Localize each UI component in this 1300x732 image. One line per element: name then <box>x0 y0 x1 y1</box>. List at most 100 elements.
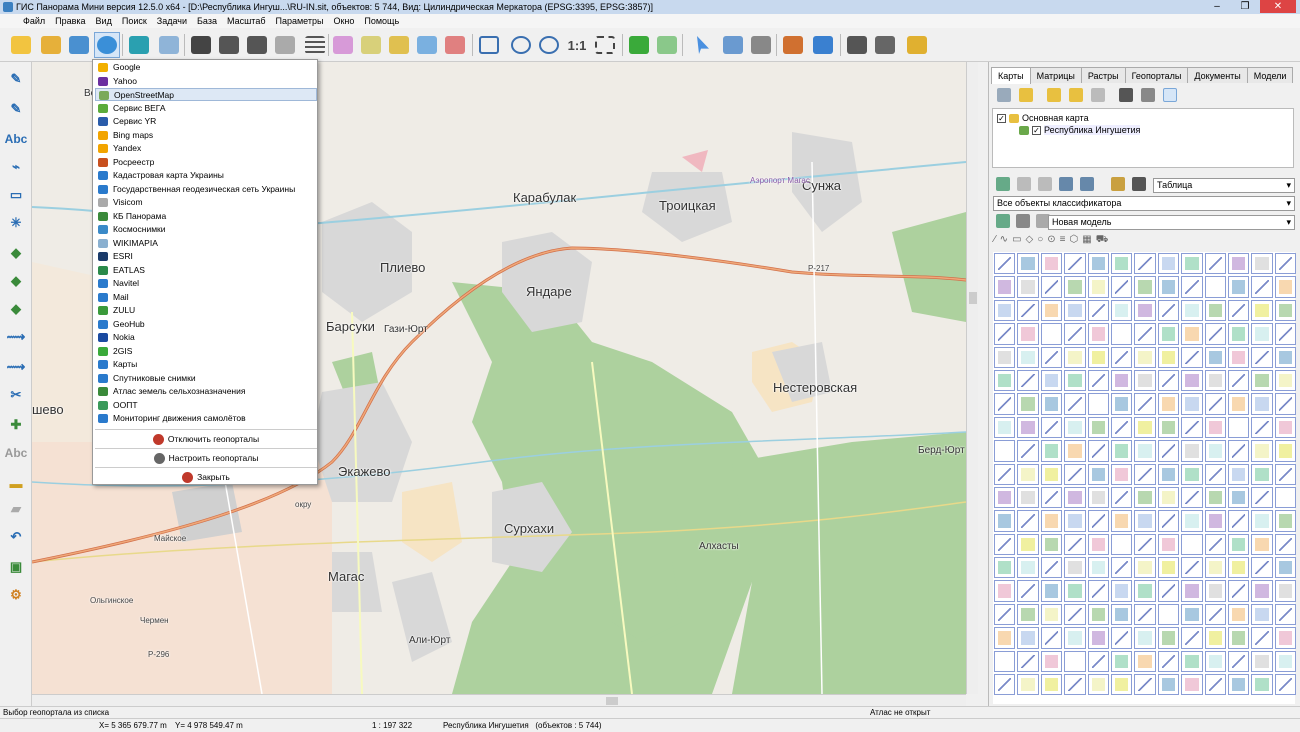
menu-database[interactable]: База <box>192 14 222 28</box>
map-info-icon[interactable] <box>156 32 182 58</box>
classifier-symbol[interactable] <box>1134 510 1156 532</box>
refresh-icon[interactable] <box>997 88 1011 102</box>
geoportal-item[interactable]: Мониторинг движения самолётов <box>95 412 317 425</box>
text-label-icon[interactable] <box>748 32 774 58</box>
binoculars-text-icon[interactable] <box>216 32 242 58</box>
classifier-symbol[interactable] <box>1017 369 1039 392</box>
classifier-symbol[interactable] <box>1204 299 1226 322</box>
classifier-symbol[interactable] <box>1274 323 1297 345</box>
classifier-symbol[interactable] <box>1157 416 1180 439</box>
geoportal-item[interactable]: Google <box>95 61 317 74</box>
classifier-symbol[interactable] <box>1134 486 1156 509</box>
classifier-select[interactable]: Все объекты классификатора <box>993 196 1295 211</box>
classifier-symbol[interactable] <box>1017 557 1039 579</box>
diamond-type-icon[interactable]: ◇ <box>1026 234 1034 247</box>
classifier-symbol[interactable] <box>1251 533 1273 556</box>
classifier-symbol[interactable] <box>1134 346 1156 368</box>
select-multi-icon[interactable] <box>1038 177 1052 191</box>
classifier-symbol[interactable] <box>1251 603 1273 626</box>
classifier-symbol[interactable] <box>1157 650 1180 673</box>
classifier-symbol[interactable] <box>1087 463 1109 485</box>
classifier-symbol[interactable] <box>1040 416 1063 439</box>
classifier-symbol[interactable] <box>1110 369 1133 392</box>
tab-geoportals[interactable]: Геопорталы <box>1124 67 1189 83</box>
help-pointer-icon[interactable] <box>904 32 930 58</box>
classifier-symbol[interactable] <box>1134 627 1156 649</box>
classifier-symbol[interactable] <box>1181 323 1203 345</box>
rectangle-tool-icon[interactable]: ▭ <box>4 184 28 206</box>
classifier-symbol[interactable] <box>1251 463 1273 485</box>
copy-view-icon[interactable] <box>1141 88 1155 102</box>
classifier-symbol[interactable] <box>994 299 1016 322</box>
classifier-symbol[interactable] <box>1227 650 1250 673</box>
classifier-symbol[interactable] <box>1227 276 1250 298</box>
classifier-symbol[interactable] <box>1157 580 1180 602</box>
classifier-symbol[interactable] <box>1017 486 1039 509</box>
geoportal-item[interactable]: ZULU <box>95 304 317 317</box>
menu-search[interactable]: Поиск <box>117 14 152 28</box>
classifier-symbol[interactable] <box>1227 346 1250 368</box>
classifier-symbol[interactable] <box>1274 650 1297 673</box>
tab-models[interactable]: Модели <box>1246 67 1294 83</box>
fit-window-icon[interactable] <box>476 32 502 58</box>
classifier-symbol[interactable] <box>1251 253 1273 275</box>
classifier-symbol[interactable] <box>1227 510 1250 532</box>
classifier-symbol[interactable] <box>994 253 1016 275</box>
new-map-icon[interactable] <box>1069 88 1083 102</box>
classifier-symbol[interactable] <box>1017 580 1039 602</box>
menu-window[interactable]: Окно <box>328 14 359 28</box>
geoportal-item[interactable]: Navitel <box>95 277 317 290</box>
classifier-symbol[interactable] <box>1227 299 1250 322</box>
configure-geoportals-button[interactable]: Настроить геопорталы <box>95 450 317 466</box>
text-tool-icon[interactable]: Abc <box>4 128 28 150</box>
classifier-symbol[interactable] <box>1274 674 1297 696</box>
classifier-symbol[interactable] <box>1251 323 1273 345</box>
classifier-symbol[interactable] <box>1134 533 1156 556</box>
classifier-symbol[interactable] <box>1181 253 1203 275</box>
classifier-symbol[interactable] <box>1157 603 1180 626</box>
classifier-symbol[interactable] <box>1110 323 1133 345</box>
classifier-symbol[interactable] <box>1157 299 1180 322</box>
classifier-symbol[interactable] <box>994 650 1016 673</box>
classifier-symbol[interactable] <box>1204 369 1226 392</box>
classifier-symbol[interactable] <box>1204 463 1226 485</box>
layers-icon[interactable] <box>126 32 152 58</box>
classifier-symbol[interactable] <box>1087 627 1109 649</box>
classifier-symbol[interactable] <box>1040 323 1063 345</box>
classifier-symbol[interactable] <box>1064 393 1086 415</box>
classifier-symbol[interactable] <box>1227 557 1250 579</box>
classifier-symbol[interactable] <box>1157 627 1180 649</box>
classifier-symbol[interactable] <box>1087 440 1109 462</box>
classifier-symbol[interactable] <box>1251 486 1273 509</box>
tab-matrices[interactable]: Матрицы <box>1029 67 1082 83</box>
classifier-symbol[interactable] <box>1017 650 1039 673</box>
classifier-symbol[interactable] <box>1064 603 1086 626</box>
classifier-symbol[interactable] <box>1204 674 1226 696</box>
classifier-symbol[interactable] <box>1134 323 1156 345</box>
classifier-symbol[interactable] <box>1181 440 1203 462</box>
classifier-symbol[interactable] <box>1181 393 1203 415</box>
classifier-symbol[interactable] <box>994 627 1016 649</box>
pencil-icon[interactable]: ✎ <box>4 68 28 90</box>
table-icon[interactable] <box>720 32 746 58</box>
classifier-symbol[interactable] <box>1040 276 1063 298</box>
grid-view-icon[interactable] <box>1119 88 1133 102</box>
menu-scale[interactable]: Масштаб <box>222 14 271 28</box>
edit-object-icon[interactable] <box>358 32 384 58</box>
classifier-symbol[interactable] <box>1040 650 1063 673</box>
classifier-symbol[interactable] <box>1064 253 1086 275</box>
classifier-symbol[interactable] <box>1017 299 1039 322</box>
geoportal-button[interactable] <box>94 32 120 58</box>
print-preview-icon[interactable] <box>872 32 898 58</box>
classifier-symbol[interactable] <box>1181 486 1203 509</box>
classifier-symbol[interactable] <box>1204 650 1226 673</box>
classifier-symbol[interactable] <box>1251 650 1273 673</box>
image-icon[interactable]: ▣ <box>4 556 28 578</box>
classifier-symbol[interactable] <box>1251 299 1273 322</box>
add-map-icon[interactable] <box>1047 88 1061 102</box>
grid-type-icon[interactable]: ▦ <box>1082 234 1091 247</box>
classifier-symbol[interactable] <box>1274 416 1297 439</box>
geoportal-item[interactable]: Сервис ВЕГА <box>95 102 317 115</box>
classifier-symbol[interactable] <box>1157 253 1180 275</box>
classifier-symbol[interactable] <box>1040 580 1063 602</box>
